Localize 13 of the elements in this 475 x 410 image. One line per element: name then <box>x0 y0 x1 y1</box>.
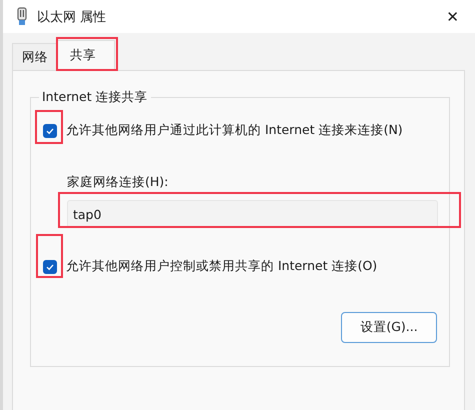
checkbox-label: 允许其他网络用户通过此计算机的 Internet 连接来连接(N) <box>66 122 403 139</box>
checkbox[interactable] <box>43 260 57 274</box>
settings-button[interactable]: 设置(G)... <box>341 312 437 343</box>
input-field[interactable]: tap0 <box>67 200 438 228</box>
group-title: Internet 连接共享 <box>39 89 151 106</box>
checkbox-label: 允许其他网络用户控制或禁用共享的 Internet 连接(O) <box>66 258 378 275</box>
close-button[interactable]: ✕ <box>440 6 465 28</box>
checkbox[interactable] <box>43 124 57 138</box>
network-adapter-icon <box>16 6 28 26</box>
tab[interactable]: 共享 <box>57 40 115 70</box>
field-label: 家庭网络连接(H): <box>67 174 170 191</box>
tab[interactable]: 网络 <box>12 43 58 70</box>
window-title: 以太网 属性 <box>37 8 106 26</box>
